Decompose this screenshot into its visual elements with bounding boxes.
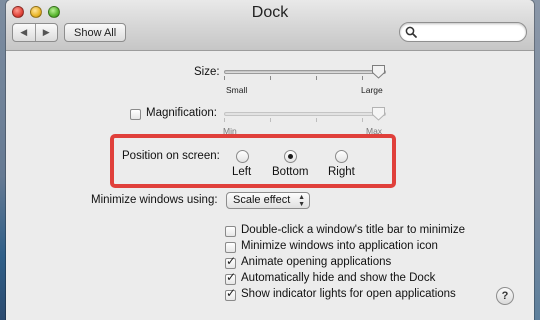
magnification-slider-tick <box>224 118 225 122</box>
size-label: Size: <box>194 66 220 78</box>
minimize-into-icon-checkbox[interactable] <box>225 242 236 253</box>
animate-opening-checkbox[interactable]: ✓ <box>225 254 237 269</box>
size-slider-thumb[interactable] <box>371 64 386 79</box>
double-click-minimize-label: Double-click a window's title bar to min… <box>241 224 465 236</box>
search-icon <box>405 26 417 38</box>
title-bar: Dock ◀ ▶ Show All <box>6 0 534 51</box>
back-button[interactable]: ◀ <box>13 24 35 41</box>
position-left-radio[interactable] <box>236 150 249 163</box>
back-arrow-icon: ◀ <box>20 27 28 37</box>
indicator-lights-checkbox[interactable]: ✓ <box>225 286 237 301</box>
minimize-effect-value: Scale effect <box>233 194 291 206</box>
magnification-slider-tick <box>316 118 317 122</box>
help-button[interactable]: ? <box>496 287 514 305</box>
double-click-minimize-checkbox[interactable] <box>225 226 236 237</box>
popup-arrows-icon: ▲ ▼ <box>298 194 305 208</box>
size-slider-tick <box>362 76 363 80</box>
forward-arrow-icon: ▶ <box>42 27 50 37</box>
auto-hide-dock-label: Automatically hide and show the Dock <box>241 272 436 284</box>
position-bottom-label: Bottom <box>272 166 309 178</box>
radio-selected-dot <box>288 154 293 159</box>
position-label: Position on screen: <box>122 150 220 162</box>
minimize-into-icon-label: Minimize windows into application icon <box>241 240 438 252</box>
preferences-window: Dock ◀ ▶ Show All Size: Small Large Magn… <box>6 0 534 320</box>
window-title: Dock <box>251 4 289 21</box>
size-max-label: Large <box>361 85 383 95</box>
auto-hide-dock-checkbox[interactable]: ✓ <box>225 270 237 285</box>
magnification-slider-track[interactable] <box>224 112 386 116</box>
position-right-radio[interactable] <box>335 150 348 163</box>
minimize-label: Minimize windows using: <box>91 194 218 206</box>
size-slider-track[interactable] <box>224 70 386 74</box>
magnification-checkbox[interactable] <box>130 109 141 120</box>
indicator-lights-label: Show indicator lights for open applicati… <box>241 288 456 300</box>
forward-button[interactable]: ▶ <box>34 24 58 41</box>
position-bottom-radio[interactable] <box>284 150 297 163</box>
magnification-label: Magnification: <box>146 107 217 119</box>
size-slider-tick <box>224 76 225 80</box>
checkmark-icon: ✓ <box>226 286 237 300</box>
search-input[interactable] <box>420 24 520 40</box>
size-slider-tick <box>270 76 271 80</box>
animate-opening-label: Animate opening applications <box>241 256 392 268</box>
minimize-effect-popup[interactable]: Scale effect ▲ ▼ <box>226 192 310 209</box>
size-min-label: Small <box>226 85 248 95</box>
checkmark-icon: ✓ <box>226 270 237 284</box>
position-left-label: Left <box>232 166 252 178</box>
size-slider-tick <box>316 76 317 80</box>
magnification-slider-thumb[interactable] <box>371 106 386 121</box>
position-right-label: Right <box>328 166 355 178</box>
magnification-slider-tick <box>362 118 363 122</box>
search-field[interactable] <box>399 22 527 42</box>
show-all-button[interactable]: Show All <box>64 23 127 42</box>
checkmark-icon: ✓ <box>226 254 237 268</box>
magnification-slider-tick <box>270 118 271 122</box>
back-forward-buttons: ◀ ▶ <box>12 23 58 42</box>
